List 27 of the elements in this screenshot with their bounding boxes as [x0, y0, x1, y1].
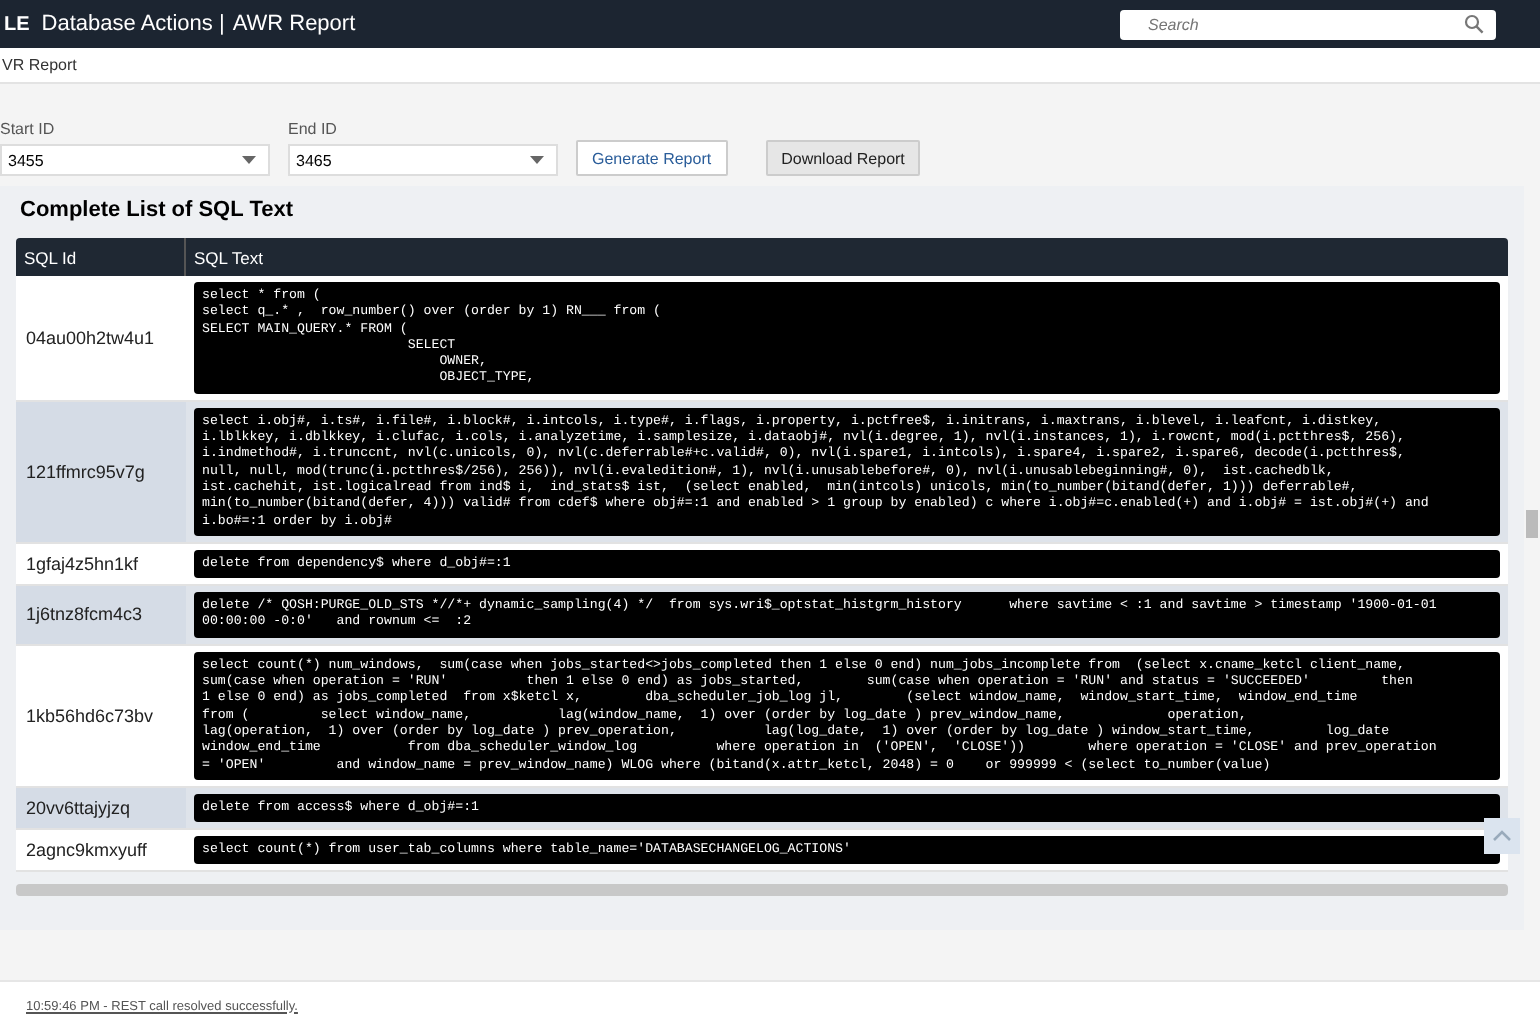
report-button[interactable]: Download Report — [765, 140, 921, 176]
field-label: Start ID — [0, 120, 57, 138]
caret-icon — [242, 156, 256, 164]
breadcrumb: VR Report — [2, 56, 77, 74]
page-title: AWR Report — [232, 12, 356, 36]
start-id-select[interactable]: 3455 — [0, 144, 270, 176]
sql-id-cell[interactable]: 04au00h2tw4u1 — [16, 276, 186, 400]
column-header: SQL Text — [192, 247, 265, 267]
horizontal-scrollbar[interactable] — [16, 884, 1508, 897]
chevron-up-icon — [1492, 830, 1512, 842]
app-title[interactable]: Database Actions | — [41, 12, 225, 36]
panel-title: Complete List of SQL Text — [18, 196, 295, 226]
field-label: End ID — [288, 120, 339, 138]
vertical-scrollbar[interactable] — [1526, 510, 1538, 538]
sql-id-cell[interactable]: 121ffmrc95v7g — [16, 401, 186, 542]
sql-id-cell[interactable]: 1kb56hd6c73bv — [16, 645, 186, 786]
search-field[interactable]: Search — [1120, 9, 1496, 39]
sql-id-cell[interactable]: 1gfaj4z5hn1kf — [16, 543, 186, 585]
logo: LE — [4, 13, 30, 35]
sql-id-cell[interactable]: 2agnc9kmxyuff — [16, 830, 186, 871]
report-button[interactable]: Generate Report — [576, 140, 728, 176]
caret-icon — [530, 156, 544, 164]
search-icon — [1464, 14, 1484, 34]
sql-id-cell[interactable]: 1j6tnz8fcm4c3 — [16, 586, 186, 644]
scroll-to-top-button[interactable] — [1484, 818, 1520, 854]
sql-id-cell[interactable]: 20vv6ttajyjzq — [16, 787, 186, 829]
end-id-select[interactable]: 3465 — [288, 144, 558, 176]
